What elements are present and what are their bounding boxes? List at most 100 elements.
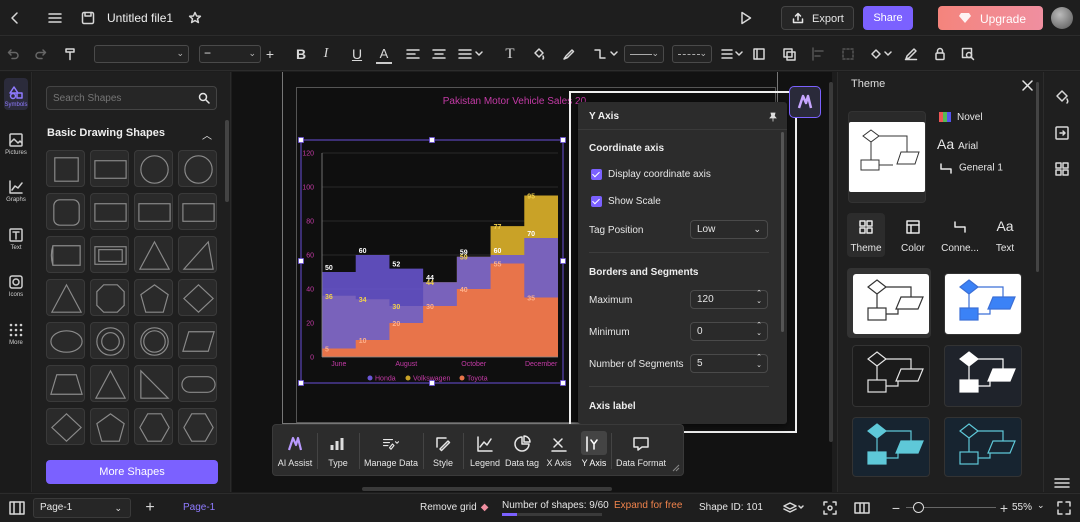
resize-handle[interactable]	[560, 137, 566, 143]
close-icon[interactable]	[1022, 80, 1033, 91]
search-icon[interactable]	[198, 92, 210, 104]
more-shapes-button[interactable]: More Shapes	[46, 460, 218, 484]
sidebar-item-icons[interactable]: Icons	[0, 274, 32, 298]
legend-button[interactable]: Legend	[467, 425, 503, 477]
fill-icon[interactable]	[531, 46, 547, 62]
page-setup-icon[interactable]	[1053, 124, 1071, 142]
chevron-down-icon[interactable]: ⌄	[1037, 500, 1045, 511]
font-size-increase-icon[interactable]: +	[263, 45, 277, 63]
line-weight-select[interactable]: ⌄	[672, 45, 712, 63]
shape-rect-icon[interactable]	[178, 193, 217, 230]
minimum-stepper[interactable]: 0 ⌃ ⌄	[690, 322, 768, 341]
line-spacing-icon[interactable]	[456, 46, 486, 62]
font-color-icon[interactable]: A	[376, 44, 392, 64]
line-ends-icon[interactable]	[720, 46, 744, 62]
shape-trapezoid-icon[interactable]	[46, 365, 85, 402]
zoom-out-icon[interactable]: −	[890, 500, 902, 516]
panel-scrollbar[interactable]	[781, 132, 784, 332]
resize-icon[interactable]	[672, 464, 680, 472]
tab-text[interactable]: Aa Text	[986, 213, 1024, 257]
add-page-icon[interactable]: +	[142, 499, 158, 517]
fullscreen-icon[interactable]	[1056, 500, 1072, 516]
theme-font-option-arial[interactable]: Aa Arial	[937, 136, 978, 152]
settings-sliders-icon[interactable]	[1053, 476, 1071, 490]
tag-position-select[interactable]: Low ⌄	[690, 220, 768, 239]
data-tag-button[interactable]: Data tag	[503, 425, 541, 477]
search-shapes-box[interactable]	[46, 86, 217, 110]
theme-card-dark-outline[interactable]	[852, 345, 930, 407]
theme-card-dark-solid[interactable]	[944, 345, 1022, 407]
collapse-icon[interactable]: ︿	[202, 127, 212, 142]
shape-parallelogram-icon[interactable]	[178, 322, 217, 359]
edit-icon[interactable]	[903, 46, 919, 62]
resize-handle[interactable]	[298, 380, 304, 386]
expand-link[interactable]: Expand for free	[614, 500, 682, 511]
play-icon[interactable]	[737, 9, 755, 27]
zoom-level[interactable]: 55%	[1012, 502, 1032, 513]
pin-icon[interactable]	[768, 112, 778, 122]
shape-circle-icon[interactable]	[178, 150, 217, 187]
shape-triangle-icon[interactable]	[134, 236, 173, 273]
shape-double-rect-icon[interactable]	[90, 236, 129, 273]
show-scale-checkbox[interactable]: Show Scale	[591, 196, 661, 207]
search-input[interactable]	[53, 90, 193, 106]
shape-pentagon-icon[interactable]	[134, 279, 173, 316]
shape-rect-icon[interactable]	[90, 193, 129, 230]
connector-icon[interactable]	[592, 46, 620, 62]
shape-rounded-square-icon[interactable]	[46, 193, 85, 230]
bold-icon[interactable]: B	[293, 44, 309, 64]
page-select[interactable]: Page-1 ⌄	[33, 498, 131, 518]
shape-triangle-icon[interactable]	[90, 365, 129, 402]
display-axis-checkbox[interactable]: Display coordinate axis	[591, 169, 711, 180]
y-axis-button[interactable]: Y Axis	[577, 425, 611, 477]
ai-assist-button[interactable]: AI Assist	[275, 425, 315, 477]
underline-icon[interactable]: U	[349, 44, 365, 64]
share-button[interactable]: Share	[863, 6, 913, 30]
resize-handle[interactable]	[560, 380, 566, 386]
x-axis-button[interactable]: X Axis	[541, 425, 577, 477]
sidebar-item-text[interactable]: Text	[0, 227, 32, 251]
pen-icon[interactable]	[561, 46, 577, 62]
export-button[interactable]: Export	[781, 6, 854, 30]
shape-pill-icon[interactable]	[178, 365, 217, 402]
redo-icon[interactable]	[34, 46, 48, 62]
resize-handle[interactable]	[298, 137, 304, 143]
shape-rect-icon[interactable]	[134, 193, 173, 230]
zoom-slider-handle[interactable]	[913, 502, 925, 513]
stepper-arrows-icon[interactable]: ⌃ ⌄	[756, 290, 762, 306]
shape-pentagon-icon[interactable]	[90, 408, 129, 445]
shape-triangle-icon[interactable]	[46, 279, 85, 316]
sidebar-item-more[interactable]: More	[0, 322, 32, 346]
file-title[interactable]: Untitled file1	[107, 11, 173, 25]
rotate-icon[interactable]	[868, 46, 894, 62]
resize-handle[interactable]	[429, 380, 435, 386]
segments-stepper[interactable]: 5 ⌃ ⌄	[690, 354, 768, 373]
shape-square-icon[interactable]	[46, 150, 85, 187]
find-replace-icon[interactable]	[960, 46, 976, 62]
type-button[interactable]: Type	[321, 425, 355, 477]
tab-theme[interactable]: Theme	[847, 213, 885, 257]
shape-rect-icon[interactable]	[90, 150, 129, 187]
shape-hexagon-icon[interactable]	[178, 408, 217, 445]
theme-font-option-novel[interactable]: Novel	[939, 112, 983, 123]
canvas[interactable]: Pakistan Motor Vehicle Sales 2020 50 60 52…	[232, 72, 833, 492]
library-scrollbar[interactable]	[225, 120, 229, 202]
sidebar-item-symbols[interactable]: Symbols	[0, 78, 32, 110]
style-button[interactable]: Style	[427, 425, 459, 477]
remove-grid-button[interactable]: Remove grid ◆	[420, 502, 488, 513]
line-style-select[interactable]: ⌄	[624, 45, 664, 63]
align-icon[interactable]	[810, 46, 826, 62]
star-icon[interactable]	[186, 9, 204, 27]
shape-diamond-icon[interactable]	[46, 408, 85, 445]
tab-connector[interactable]: Conne...	[936, 213, 984, 257]
theme-panel-scrollbar[interactable]	[1036, 82, 1039, 272]
theme-connector-option[interactable]: General 1	[939, 162, 1003, 174]
upgrade-button[interactable]: Upgrade	[938, 6, 1043, 30]
stepper-arrows-icon[interactable]: ⌃ ⌄	[756, 322, 762, 338]
focus-icon[interactable]	[822, 500, 838, 516]
panel-toggle-icon[interactable]	[8, 500, 26, 516]
back-icon[interactable]	[6, 8, 24, 28]
resize-handle[interactable]	[429, 137, 435, 143]
italic-icon[interactable]: I	[318, 44, 334, 64]
shape-ellipse-icon[interactable]	[46, 322, 85, 359]
